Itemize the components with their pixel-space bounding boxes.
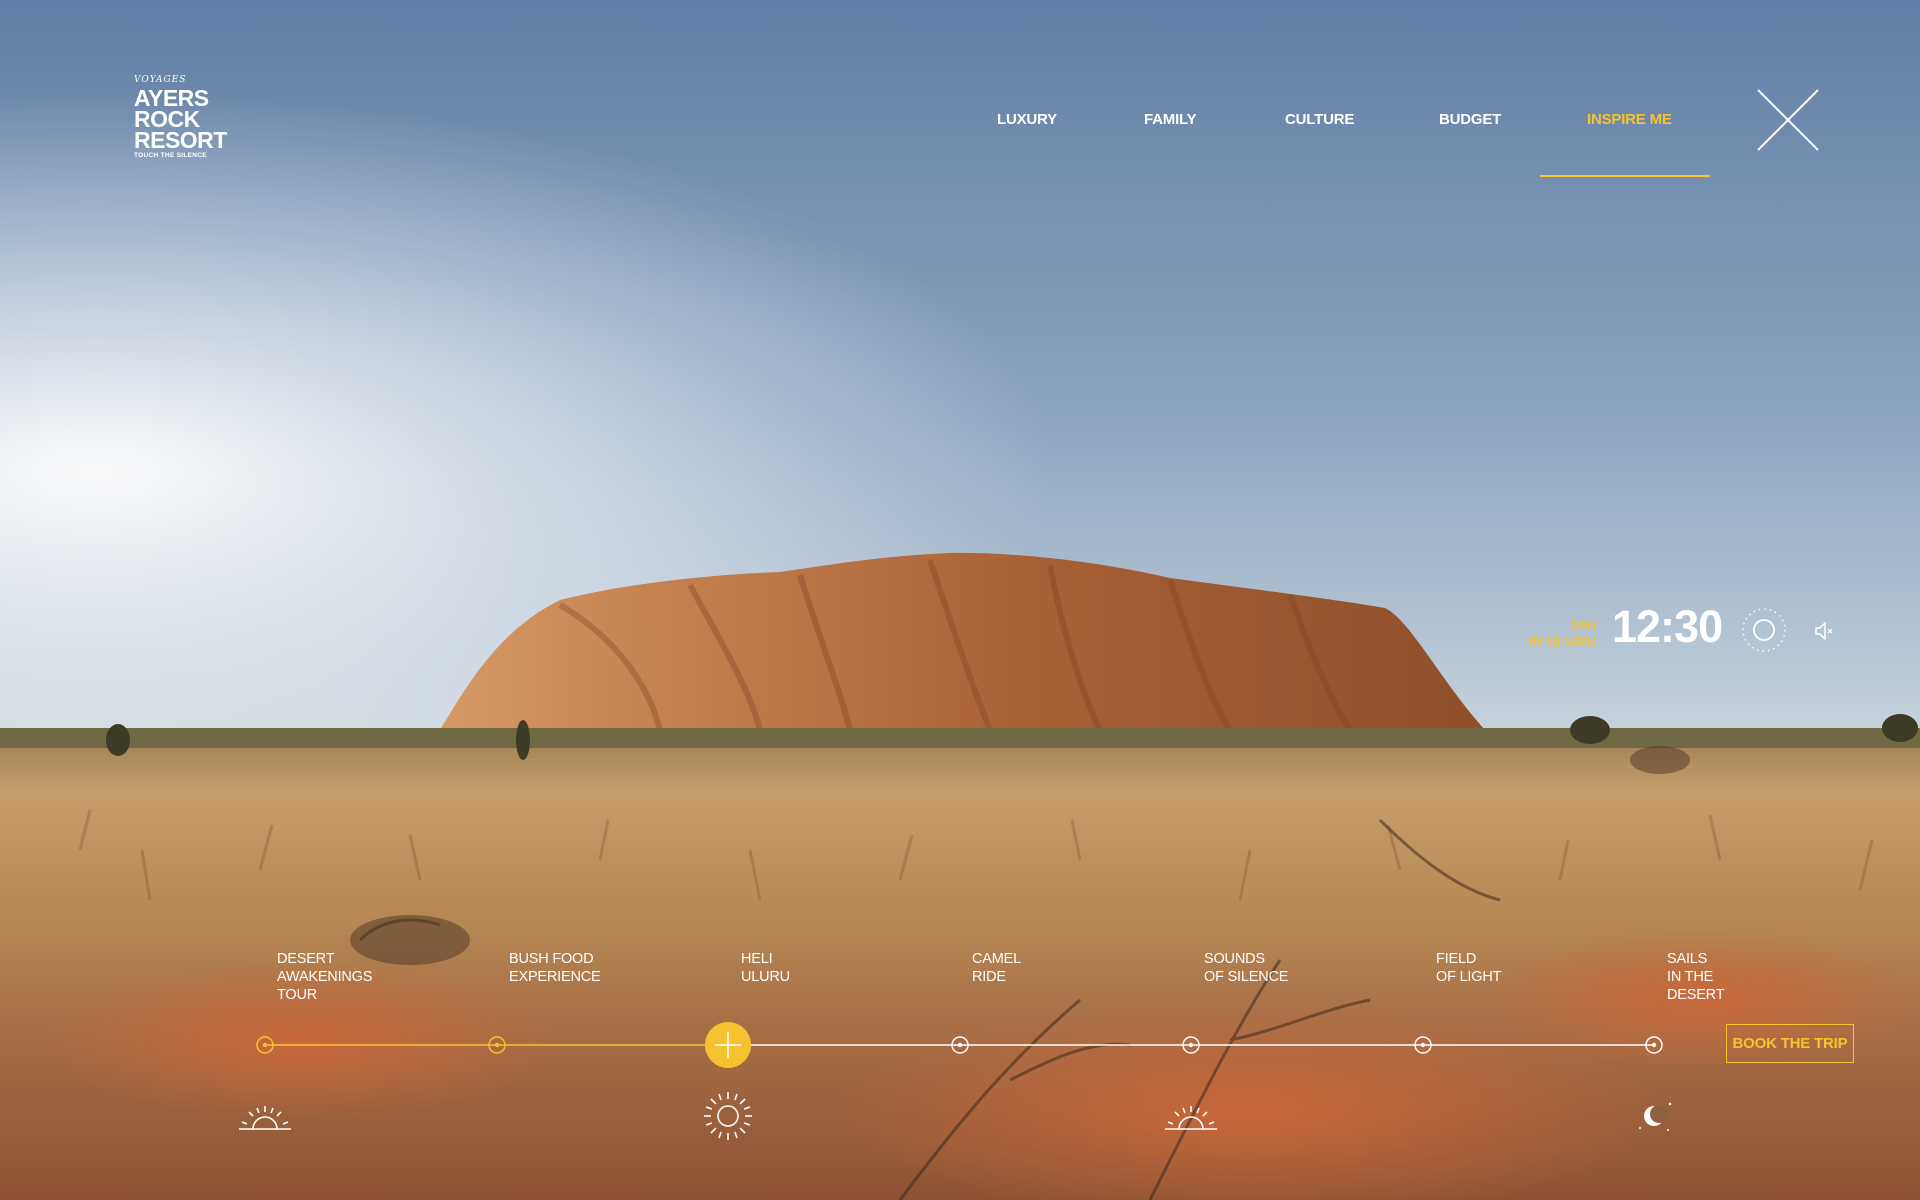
main-nav: LUXURY FAMILY CULTURE BUDGET INSPIRE ME — [0, 111, 1920, 151]
sunset-icon — [1165, 1106, 1217, 1130]
moon-icon — [1639, 1102, 1672, 1131]
sunrise-icon — [239, 1106, 291, 1130]
clock-label: 24H IN ULURU — [1520, 617, 1596, 649]
sun-icon — [704, 1092, 752, 1140]
timeline-node-heli-uluru-current[interactable] — [705, 1022, 751, 1068]
nav-active-underline — [1540, 175, 1710, 177]
clock-time: 12:30 — [1612, 601, 1723, 652]
logo-tagline: TOUCH THE SILENCE — [134, 152, 207, 159]
nav-item-luxury[interactable]: LUXURY — [997, 111, 1057, 128]
nav-item-culture[interactable]: CULTURE — [1285, 111, 1354, 128]
clock-label-line-2: IN ULURU — [1529, 633, 1596, 649]
timeline-label-desert-awakenings[interactable]: DESERT AWAKENINGS TOUR — [277, 950, 372, 1004]
timeline-label-heli-uluru[interactable]: HELI ULURU — [741, 950, 790, 986]
sun-icon — [1740, 606, 1788, 654]
timeline-label-sails-in-the-desert[interactable]: SAILS IN THE DESERT — [1667, 950, 1725, 1004]
timeline-label-camel-ride[interactable]: CAMEL RIDE — [972, 950, 1021, 986]
logo-brand-small: VOYAGES — [134, 75, 187, 85]
clock-label-line-1: 24H — [1570, 617, 1596, 633]
timeline-label-bush-food[interactable]: BUSH FOOD EXPERIENCE — [509, 950, 601, 986]
close-icon[interactable] — [1756, 88, 1820, 152]
experience-timeline — [0, 1000, 1920, 1140]
speaker-icon[interactable] — [1813, 620, 1835, 642]
book-the-trip-button[interactable]: BOOK THE TRIP — [1726, 1024, 1854, 1063]
nav-item-family[interactable]: FAMILY — [1144, 111, 1197, 128]
nav-item-inspire-me[interactable]: INSPIRE ME — [1587, 111, 1672, 128]
timeline-label-sounds-of-silence[interactable]: SOUNDS OF SILENCE — [1204, 950, 1288, 986]
nav-item-budget[interactable]: BUDGET — [1439, 111, 1501, 128]
timeline-label-field-of-light[interactable]: FIELD OF LIGHT — [1436, 950, 1501, 986]
